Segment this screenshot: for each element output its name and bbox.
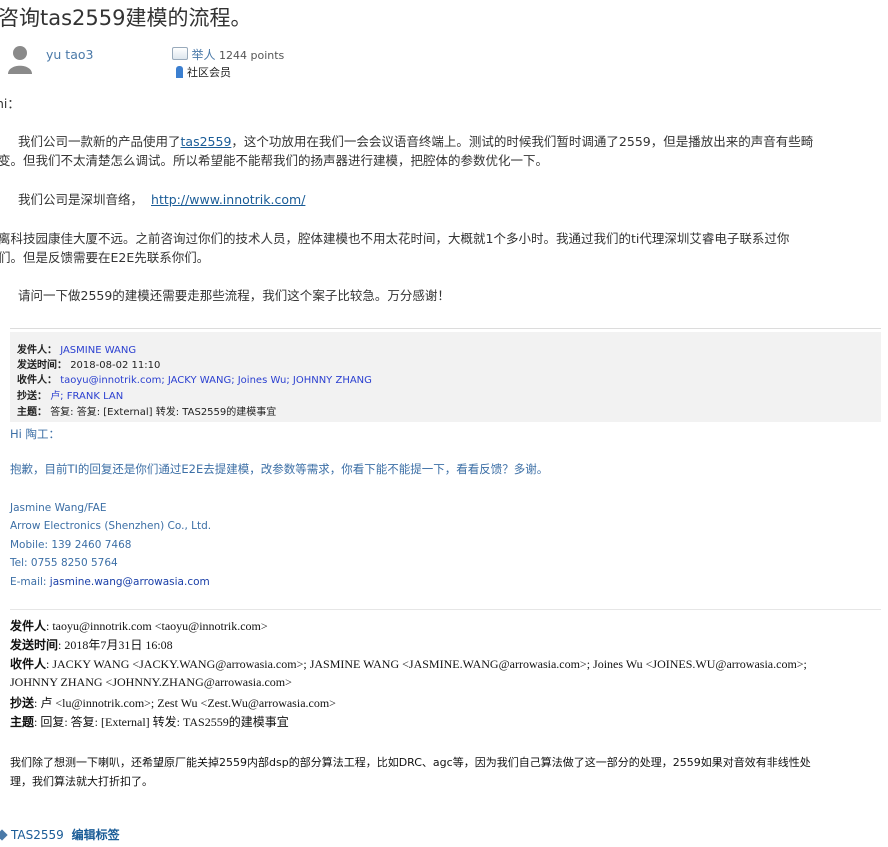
signature-line: Mobile: 139 2460 7468 xyxy=(10,539,132,551)
email-2-from: 发件人: taoyu@innotrik.com <taoyu@innotrik.… xyxy=(10,619,268,633)
email-1-subject: 主题： 答复: 答复: [External] 转发: TAS2559的建模事宜 xyxy=(17,407,277,418)
points-label: 1244 points xyxy=(219,49,285,62)
email-2-subject: 主题: 回复: 答复: [External] 转发: TAS2559的建模事宜 xyxy=(10,715,289,729)
email-2-sent: 发送时间: 2018年7月31日 16:08 xyxy=(10,638,173,652)
post-paragraph-4: 请问一下做2559的建模还需要走那些流程，我们这个案子比较急。万分感谢！ xyxy=(18,288,450,303)
member-badge: 社区会员 xyxy=(176,64,231,80)
post-paragraph-3-line-2: 们。但是反馈需要在E2E先联系你们。 xyxy=(0,250,210,265)
post-greeting: hi： xyxy=(0,96,20,111)
email-1-greeting: Hi 陶工： xyxy=(10,427,60,441)
post-title: 咨询tas2559建模的流程。 xyxy=(0,6,252,30)
email-2-to: 收件人: JACKY WANG <JACKY.WANG@arrowasia.co… xyxy=(10,657,807,671)
edit-tags-link[interactable]: 编辑标签 xyxy=(72,828,120,842)
divider xyxy=(10,328,881,329)
member-label: 社区会员 xyxy=(187,66,231,79)
post-paragraph-1-line-2: 变。但我们不太清楚怎么调试。所以希望能不能帮我们的扬声器进行建模，把腔体的参数优… xyxy=(0,153,549,168)
divider xyxy=(10,609,881,610)
signature-line: Arrow Electronics (Shenzhen) Co., Ltd. xyxy=(10,520,212,532)
signature-email-line: E-mail: jasmine.wang@arrowasia.com xyxy=(10,576,210,588)
tas2559-link[interactable]: tas2559 xyxy=(181,134,232,149)
email-1-from: 发件人： JASMINE WANG xyxy=(17,345,137,356)
email-1-to: 收件人： taoyu@innotrik.com; JACKY WANG; Joi… xyxy=(17,375,372,386)
email-2-body-line-2: 理，我们算法就大打折扣了。 xyxy=(10,775,153,788)
author-name[interactable]: yu tao3 xyxy=(46,47,93,62)
post-paragraph-2: 我们公司是深圳音络， http://www.innotrik.com/ xyxy=(18,192,306,207)
tag-link[interactable]: TAS2559 xyxy=(11,828,64,842)
email-2-to-continued: JOHNNY ZHANG <JOHNNY.ZHANG@arrowasia.com… xyxy=(10,675,292,689)
tag-icon xyxy=(0,829,8,841)
user-avatar-icon[interactable] xyxy=(6,44,34,74)
signature-email-link[interactable]: jasmine.wang@arrowasia.com xyxy=(50,576,210,588)
email-2-cc: 抄送: 卢 <lu@innotrik.com>; Zest Wu <Zest.W… xyxy=(10,696,336,710)
rank-label: 举人 xyxy=(191,48,216,62)
post-paragraph-1-line-1: 我们公司一款新的产品使用了tas2559，这个功放用在我们一会会议语音终端上。测… xyxy=(18,134,814,149)
tag-bar: TAS2559 编辑标签 xyxy=(0,826,120,843)
email-2-body-line-1: 我们除了想测一下喇叭，还希望原厂能关掉2559内部dsp的部分算法工程，比如DR… xyxy=(10,756,811,769)
rank-icon xyxy=(172,47,188,60)
email-1-sent: 发送时间： 2018-08-02 11:10 xyxy=(17,360,161,371)
member-icon xyxy=(176,66,183,78)
email-1-cc: 抄送： 卢; FRANK LAN xyxy=(17,391,124,402)
signature-line: Jasmine Wang/FAE xyxy=(10,502,107,514)
signature-line: Tel: 0755 8250 5764 xyxy=(10,557,118,569)
company-website-link[interactable]: http://www.innotrik.com/ xyxy=(151,192,305,207)
email-1-body: 抱歉，目前TI的回复还是你们通过E2E去提建模，改参数等需求，你看下能不能提一下… xyxy=(10,462,549,476)
author-rank: 举人 1244 points xyxy=(172,46,284,63)
post-paragraph-3-line-1: 离科技园康佳大厦不远。之前咨询过你们的技术人员，腔体建模也不用太花时间，大概就1… xyxy=(0,231,790,246)
